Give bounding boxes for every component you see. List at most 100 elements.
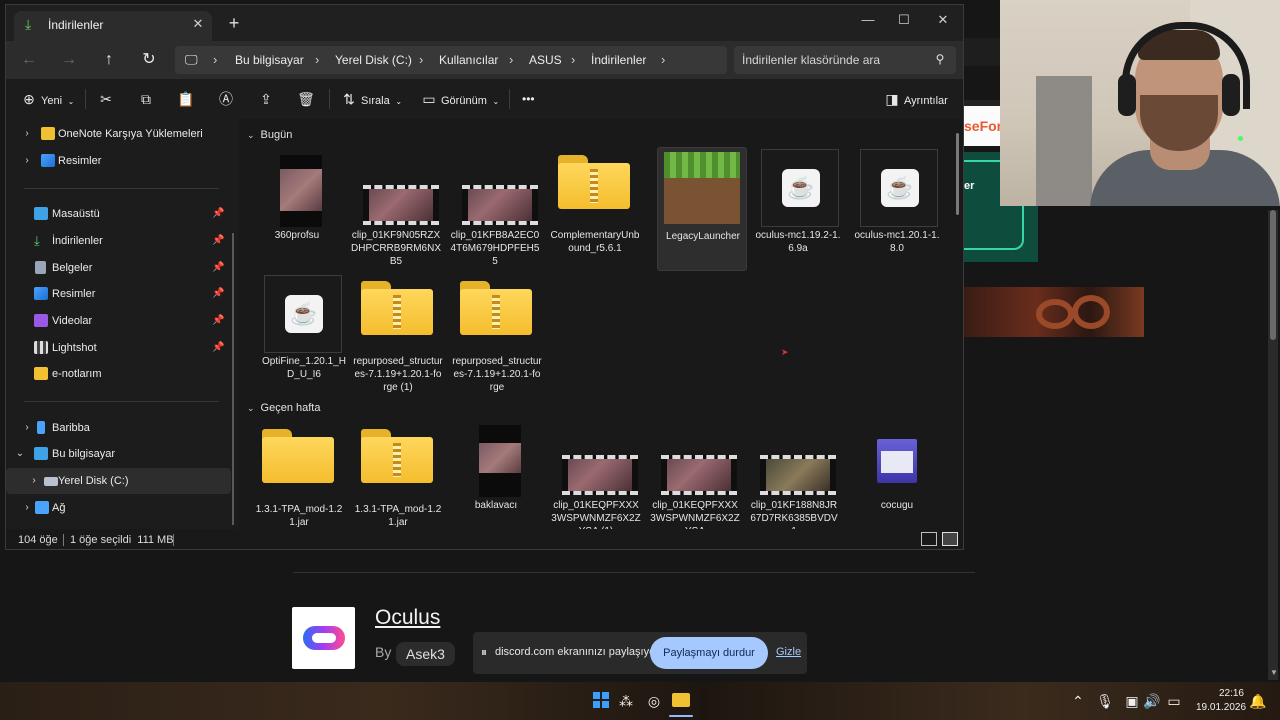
chevron-right-icon[interactable]: › <box>27 468 41 494</box>
sidebar-item-documents[interactable]: Belgeler 📌 <box>6 255 231 281</box>
file-item-zip[interactable]: repurposed_structures-7.1.19+1.20.1-forg… <box>452 275 542 399</box>
cut-button[interactable]: ✂ <box>97 79 118 119</box>
file-item-java[interactable]: ☕ oculus-mc1.20.1-1.8.0 <box>852 149 942 273</box>
file-item-baklavaci[interactable]: baklavacı <box>451 419 541 529</box>
file-explorer-window[interactable]: ⤓ İndirilenler ✕ + — ☐ ✕ ← → ↑ ↻ 🖵 › Bu … <box>5 4 964 550</box>
search-icon[interactable]: ⚲ <box>932 51 948 67</box>
breadcrumb-asus[interactable]: ASUS <box>529 46 562 74</box>
chevron-right-icon[interactable]: › <box>20 495 34 521</box>
details-view-button[interactable] <box>921 532 937 546</box>
breadcrumb-separator-icon[interactable]: › <box>661 46 665 74</box>
file-item-image[interactable]: cocugu <box>852 419 942 529</box>
breadcrumb-users[interactable]: Kullanıcılar <box>439 46 498 74</box>
close-window-button[interactable]: ✕ <box>926 9 960 31</box>
share-button[interactable]: ⇪ <box>257 79 278 119</box>
sidebar-item-network[interactable]: › Ağ <box>6 495 231 521</box>
new-button[interactable]: ⊕ Yeni ⌄ <box>20 79 83 119</box>
view-button[interactable]: ▭ Görünüm ⌄ <box>420 79 508 119</box>
file-item-clip[interactable]: clip_01KF9N05RZXDHPCRRB9RM6NXB5 <box>351 149 441 273</box>
large-icons-view-button[interactable] <box>942 532 958 546</box>
stop-sharing-button[interactable]: Paylaşmayı durdur <box>650 637 768 669</box>
group-header-today[interactable]: ⌄ Bugün <box>247 129 292 147</box>
hide-button[interactable]: Gizle <box>776 646 801 658</box>
sidebar-item-downloads[interactable]: ⤓ İndirilenler 📌 <box>6 228 231 254</box>
sidebar-item-pictures[interactable]: › Resimler <box>6 148 231 174</box>
file-explorer-taskbar-icon[interactable] <box>672 693 690 707</box>
chevron-right-icon[interactable]: › <box>20 415 34 441</box>
content-scrollbar[interactable] <box>956 133 959 215</box>
background-partial-header[interactable]: seForg <box>964 106 1000 146</box>
sidebar-item-baribba[interactable]: › Baribba <box>6 415 231 441</box>
windows-start-icon[interactable] <box>593 692 609 708</box>
minimize-button[interactable]: — <box>851 9 885 31</box>
details-pane-button[interactable]: ◨ Ayrıntılar <box>883 79 947 119</box>
pin-icon[interactable]: 📌 <box>212 308 224 334</box>
file-item-folder[interactable]: 1.3.1-TPA_mod-1.21.jar <box>254 423 344 529</box>
mod-author-button[interactable]: Asek3 <box>396 642 455 666</box>
chevron-right-icon[interactable]: › <box>20 121 34 147</box>
sidebar-item-lightshot[interactable]: Lightshot 📌 <box>6 335 231 361</box>
breadcrumb-separator-icon[interactable]: › <box>315 46 319 74</box>
file-item-360profsu[interactable]: 360profsu <box>252 149 342 273</box>
sidebar-item-e-notes[interactable]: e-notlarım <box>6 361 231 387</box>
file-list[interactable]: ⌄ Bugün 360profsu clip_01KF9N05RZXDHPCRRB… <box>239 119 963 529</box>
sidebar-item-videos[interactable]: Videolar 📌 <box>6 308 231 334</box>
new-tab-button[interactable]: + <box>224 14 244 34</box>
pin-icon[interactable]: 📌 <box>212 228 224 254</box>
notifications-icon[interactable]: 🔔 <box>1248 691 1268 711</box>
breadcrumb-local-disk[interactable]: Yerel Disk (C:) <box>335 46 412 74</box>
pin-icon[interactable]: 📌 <box>212 255 224 281</box>
more-options-button[interactable]: ••• <box>522 79 535 119</box>
breadcrumb-separator-icon[interactable]: › <box>419 46 423 74</box>
paste-button[interactable]: 📋 <box>177 79 198 119</box>
sort-button[interactable]: ⇅ Sırala ⌄ <box>340 79 411 119</box>
group-header-last-week[interactable]: ⌄ Geçen hafta <box>247 402 320 420</box>
breadcrumb-separator-icon[interactable]: › <box>571 46 575 74</box>
sidebar-item-onenote[interactable]: › OneNote Karşıya Yüklemeleri <box>6 121 231 147</box>
search-box[interactable]: İndirilenler klasöründe ara ⚲ <box>734 46 956 74</box>
breadcrumb-separator-icon[interactable]: › <box>509 46 513 74</box>
chevron-right-icon[interactable]: › <box>20 148 34 174</box>
file-item-legacylauncher[interactable]: LegacyLauncher <box>657 147 747 271</box>
show-hidden-icons-icon[interactable]: ⌃ <box>1068 691 1088 711</box>
refresh-button[interactable]: ↻ <box>134 47 164 73</box>
breadcrumb-downloads[interactable]: İndirilenler <box>591 46 646 74</box>
address-bar[interactable]: 🖵 › Bu bilgisayar › Yerel Disk (C:) › Ku… <box>175 46 727 74</box>
maximize-button[interactable]: ☐ <box>887 9 921 31</box>
discord-icon[interactable]: ◎ <box>644 691 664 711</box>
file-item-java[interactable]: ☕ oculus-mc1.19.2-1.6.9a <box>753 149 843 273</box>
volume-icon[interactable]: 🔊 <box>1142 691 1162 711</box>
back-button[interactable]: ← <box>14 47 44 73</box>
page-scroll-down-icon[interactable]: ▼ <box>1268 668 1280 678</box>
file-item-clip[interactable]: clip_01KEQPFXXX3WSPWNMZF6X2ZYSA <box>650 419 740 529</box>
rename-button[interactable]: Ⓐ <box>217 79 238 119</box>
file-item-zip[interactable]: ComplementaryUnbound_r5.6.1 <box>550 149 640 273</box>
breadcrumb-separator-icon[interactable]: › <box>213 46 217 74</box>
chevron-down-icon[interactable]: ⌄ <box>13 441 27 467</box>
delete-button[interactable]: 🗑 <box>297 79 318 119</box>
sidebar-item-this-pc[interactable]: ⌄ Bu bilgisayar <box>6 441 231 467</box>
clock[interactable]: 22:16 19.01.2026 <box>1196 687 1246 715</box>
tab-close-icon[interactable]: ✕ <box>190 16 206 34</box>
file-item-optifine[interactable]: ☕ OptiFine_1.20.1_HD_U_I6 <box>256 275 346 399</box>
sidebar-item-local-disk[interactable]: › Yerel Disk (C:) <box>6 468 231 494</box>
pin-icon[interactable]: 📌 <box>212 201 224 227</box>
tab-downloads[interactable]: ⤓ İndirilenler ✕ <box>14 11 212 41</box>
up-button[interactable]: ↑ <box>94 47 124 73</box>
pin-icon[interactable]: 📌 <box>212 335 224 361</box>
sidebar-item-pictures-quick[interactable]: Resimler 📌 <box>6 281 231 307</box>
forward-button[interactable]: → <box>54 47 84 73</box>
file-item-clip[interactable]: clip_01KFB8A2EC04T6M679HDPFEH55 <box>450 149 540 273</box>
file-item-zip[interactable]: 1.3.1-TPA_mod-1.21.jar <box>353 423 443 529</box>
battery-icon[interactable]: ▭ <box>1164 691 1184 711</box>
file-item-zip[interactable]: repurposed_structures-7.1.19+1.20.1-forg… <box>353 275 443 399</box>
microphone-icon[interactable]: 🎙 <box>1095 691 1115 711</box>
file-item-clip[interactable]: clip_01KEQPFXXX3WSPWNMZF6X2ZYSA (1) <box>551 419 641 529</box>
file-item-clip[interactable]: clip_01KF188N8JR67D7RK6385BVDV1 <box>749 419 839 529</box>
mod-title-link[interactable]: Oculus <box>375 606 440 630</box>
breadcrumb-this-pc[interactable]: Bu bilgisayar <box>235 46 304 74</box>
sidebar-item-desktop[interactable]: Masaüstü 📌 <box>6 201 231 227</box>
copy-button[interactable]: ⧉ <box>137 79 158 119</box>
widgets-icon[interactable]: ⁂ <box>616 691 636 711</box>
network-status-icon[interactable]: ▣ <box>1122 691 1142 711</box>
